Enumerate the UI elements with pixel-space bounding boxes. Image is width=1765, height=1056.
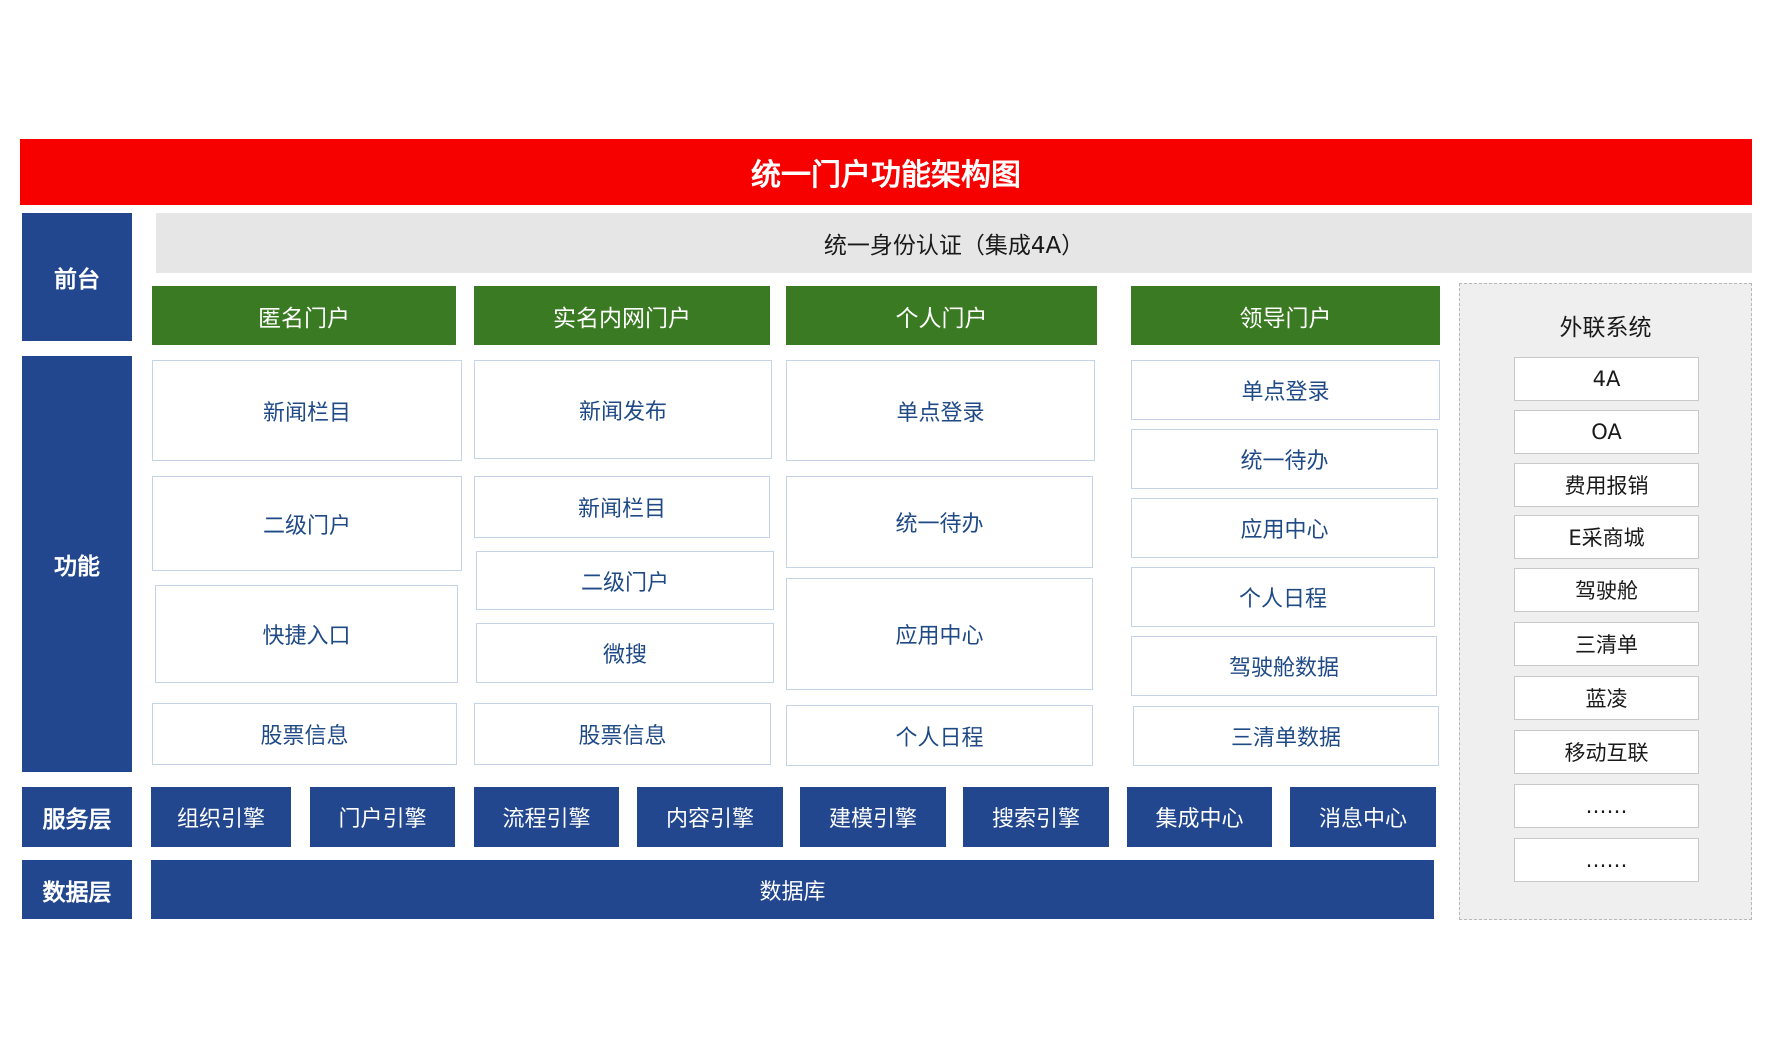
diagram-title: 统一门户功能架构图	[20, 139, 1752, 205]
function-box: 二级门户	[476, 551, 774, 610]
external-system-item: 驾驶舱	[1514, 568, 1699, 612]
service-box: 组织引擎	[151, 787, 291, 847]
function-box: 股票信息	[152, 703, 457, 765]
service-box: 内容引擎	[637, 787, 783, 847]
function-box: 个人日程	[1131, 567, 1435, 627]
layer-label-front: 前台	[22, 213, 132, 341]
function-box: 快捷入口	[155, 585, 458, 683]
portal-header-realname-intranet: 实名内网门户	[474, 286, 770, 345]
function-box: 驾驶舱数据	[1131, 636, 1437, 696]
service-box: 搜索引擎	[963, 787, 1109, 847]
external-system-item: ……	[1514, 838, 1699, 882]
layer-label-function: 功能	[22, 356, 132, 772]
portal-header-leader: 领导门户	[1131, 286, 1440, 345]
function-box: 二级门户	[152, 476, 462, 571]
external-system-item: 费用报销	[1514, 463, 1699, 507]
function-box: 统一待办	[786, 476, 1093, 568]
function-box: 微搜	[476, 623, 774, 683]
external-systems-title: 外联系统	[1559, 315, 1652, 341]
external-system-item: 4A	[1514, 357, 1699, 401]
service-box: 消息中心	[1290, 787, 1436, 847]
function-box: 新闻栏目	[152, 360, 462, 461]
external-system-item: 三清单	[1514, 622, 1699, 666]
function-box: 股票信息	[474, 703, 771, 765]
function-box: 单点登录	[1131, 360, 1440, 420]
function-box: 个人日程	[786, 705, 1093, 766]
function-box: 统一待办	[1131, 429, 1438, 489]
external-system-item: 蓝凌	[1514, 676, 1699, 720]
service-box: 建模引擎	[800, 787, 946, 847]
portal-header-anonymous: 匿名门户	[152, 286, 456, 345]
unified-auth-bar: 统一身份认证（集成4A）	[156, 213, 1752, 273]
layer-label-data: 数据层	[22, 860, 132, 919]
database-bar: 数据库	[151, 860, 1434, 919]
portal-header-personal: 个人门户	[786, 286, 1097, 345]
external-system-item: 移动互联	[1514, 730, 1699, 774]
function-box: 新闻发布	[474, 360, 772, 459]
external-system-item: OA	[1514, 410, 1699, 454]
function-box: 单点登录	[786, 360, 1095, 461]
service-box: 集成中心	[1127, 787, 1272, 847]
function-box: 新闻栏目	[474, 476, 770, 538]
external-system-item: E采商城	[1514, 515, 1699, 559]
function-box: 三清单数据	[1133, 706, 1439, 766]
service-box: 门户引擎	[310, 787, 455, 847]
function-box: 应用中心	[786, 578, 1093, 690]
function-box: 应用中心	[1131, 498, 1438, 558]
external-system-item: ……	[1514, 784, 1699, 828]
layer-label-service: 服务层	[22, 787, 132, 847]
service-box: 流程引擎	[474, 787, 619, 847]
